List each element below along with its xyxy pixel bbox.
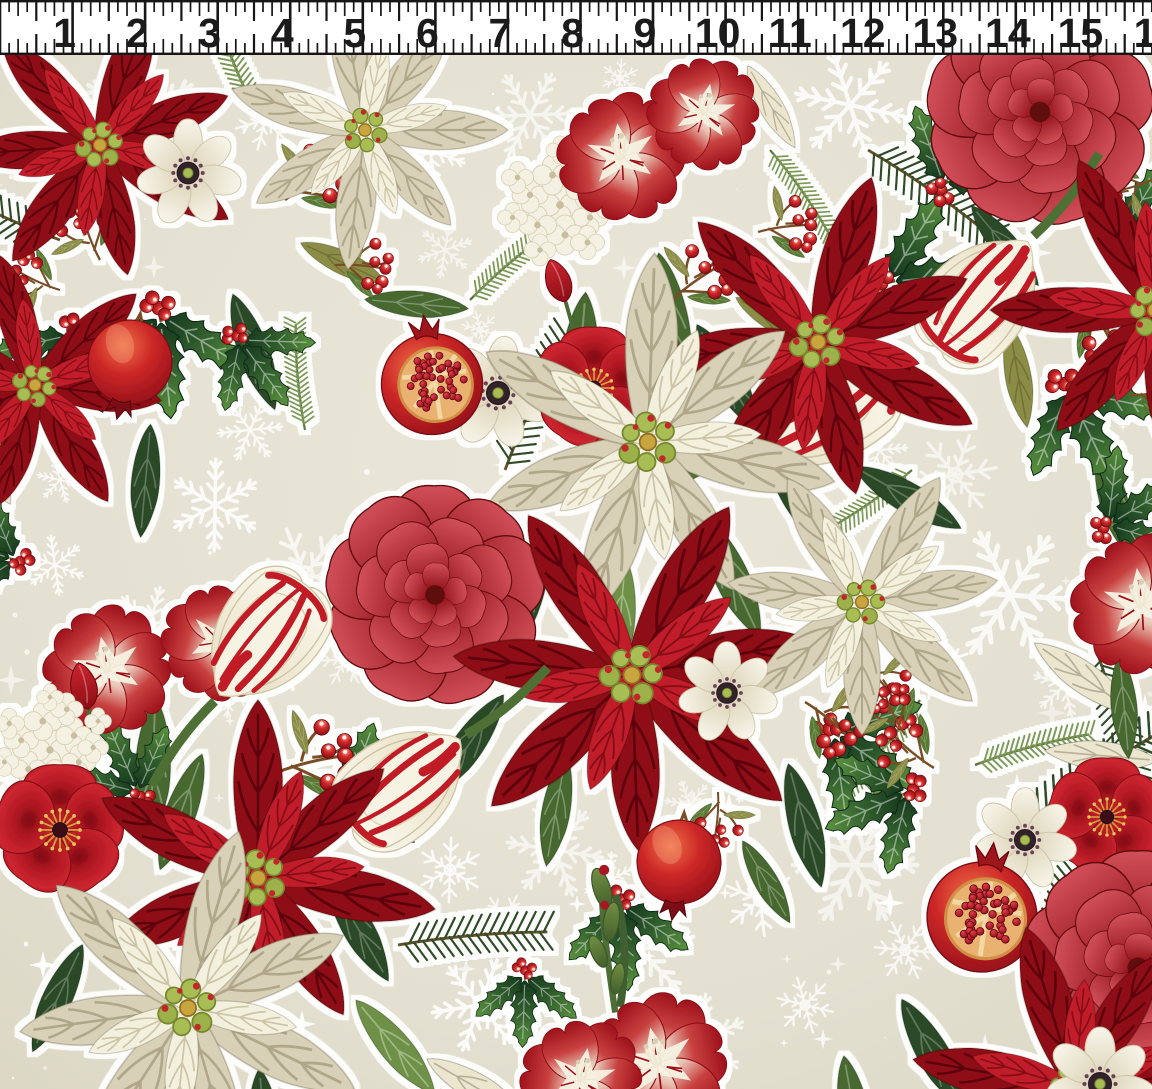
snow-dot (0, 184, 2, 186)
ruler-number: 2 (126, 10, 149, 55)
ruler-number: 7 (489, 10, 512, 55)
ruler-number: 8 (561, 10, 584, 55)
ruler-number: 4 (271, 10, 294, 55)
ruler-number: 15 (1058, 10, 1104, 55)
ruler-number: 3 (198, 10, 221, 55)
snow-dot (524, 159, 529, 164)
snow-dot (796, 758, 798, 760)
snow-dot (1022, 222, 1025, 225)
ruler-number: 14 (985, 10, 1031, 55)
snow-dot (208, 551, 212, 555)
ruler-number: 11 (768, 10, 811, 55)
ruler-number-partial: 1 (1134, 10, 1152, 55)
fabric-pattern (0, 0, 1152, 1089)
snow-dot (777, 706, 779, 708)
ruler-number: 10 (695, 10, 741, 55)
ruler-number: 5 (343, 10, 366, 55)
snow-dot (24, 942, 29, 947)
inch-ruler: 1234567891011121314151 (0, 0, 1152, 55)
snow-dot (43, 1066, 47, 1070)
ruler-number: 13 (912, 10, 958, 55)
snow-dot (496, 106, 500, 110)
snow-dot (291, 687, 295, 691)
snow-dot (736, 188, 738, 190)
ruler-number: 6 (416, 10, 439, 55)
snow-dot (615, 855, 618, 858)
ruler-number: 1 (53, 10, 76, 55)
snow-dot (144, 218, 146, 220)
snow-dot (765, 618, 771, 624)
fabric-swatch-photo: 1234567891011121314151 (0, 0, 1152, 1089)
snow-dot (12, 612, 17, 617)
snow-dot (868, 72, 873, 77)
ruler-number: 9 (634, 10, 657, 55)
snow-dot (884, 1037, 886, 1039)
snow-dot (431, 152, 436, 157)
ruler-number: 12 (840, 10, 886, 55)
snow-dot (492, 93, 495, 96)
snow-dot (327, 86, 332, 91)
snow-dot (364, 469, 370, 475)
snow-dot (12, 1077, 15, 1080)
snow-dot (1086, 531, 1091, 536)
snow-dot (24, 649, 29, 654)
snow-dot (9, 175, 13, 179)
snow-dot (242, 127, 247, 132)
snow-dot (827, 970, 832, 975)
inch-ruler-scale: 1234567891011121314151 (0, 0, 1152, 55)
